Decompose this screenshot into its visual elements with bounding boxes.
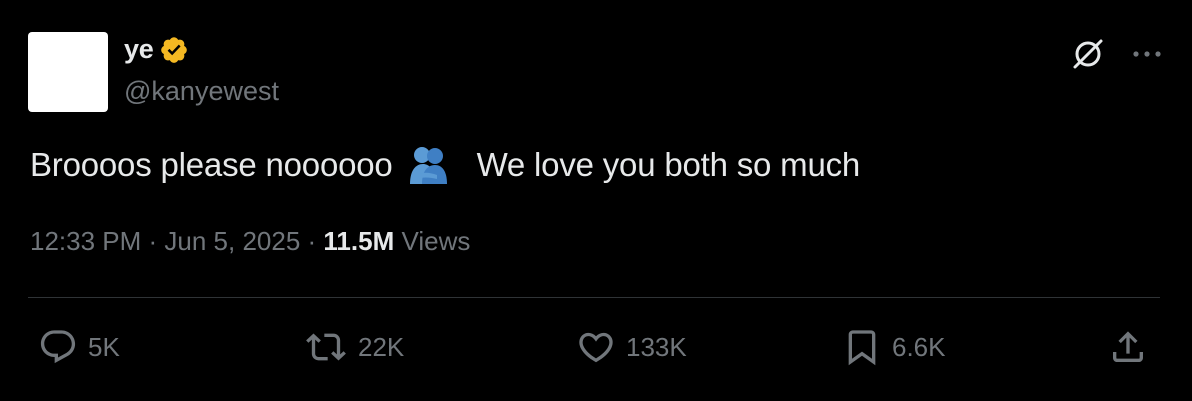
share-icon [1108,331,1148,371]
reply-icon [38,327,78,367]
tweet-text-part2: We love you both so much [476,146,861,183]
tweet-header-actions [1070,36,1162,72]
heart-icon [576,327,616,367]
tweet-time[interactable]: 12:33 PM [30,226,141,256]
views-label: Views [394,226,471,256]
meta-separator: · [141,226,165,256]
bookmark-button[interactable]: 6.6K [842,327,946,367]
repost-icon [304,327,348,367]
repost-button[interactable]: 22K [304,327,404,367]
meta-separator: · [300,226,324,256]
author-name-row: ye [124,34,189,65]
share-button[interactable] [1108,327,1148,372]
tweet-date[interactable]: Jun 5, 2025 [164,226,300,256]
avatar[interactable] [28,32,108,112]
views-count: 11.5M [323,226,395,256]
reply-count: 5K [88,331,120,362]
people-hugging-emoji-icon [393,144,477,186]
more-dots-icon[interactable] [1132,49,1162,59]
tweet-text: Broooos please noooooo We love you both … [30,144,860,186]
reply-button[interactable]: 5K [38,327,120,367]
divider [28,297,1160,298]
tweet-text-part1: Broooos please noooooo [30,146,393,183]
bookmark-count: 6.6K [892,331,946,362]
like-button[interactable]: 133K [576,327,687,367]
author-handle[interactable]: @kanyewest [124,76,279,107]
display-name[interactable]: ye [124,34,154,65]
verified-badge-icon [159,35,189,65]
tweet-meta: 12:33 PM · Jun 5, 2025 · 11.5M Views [30,226,470,257]
repost-count: 22K [358,331,405,362]
like-count: 133K [626,331,687,362]
grok-icon[interactable] [1070,36,1106,72]
bookmark-icon [842,327,882,367]
